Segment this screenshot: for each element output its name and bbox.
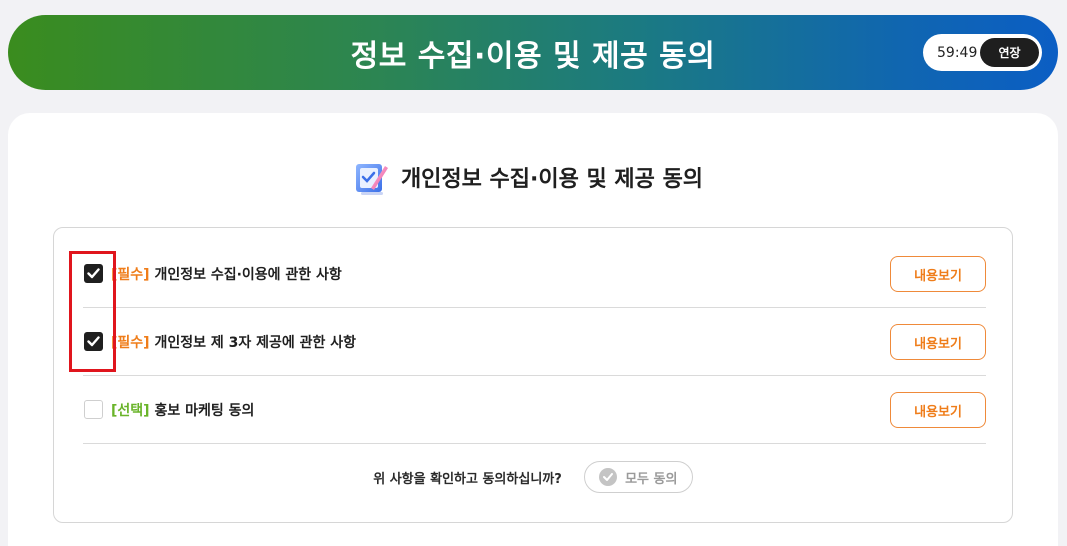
section-title-text: 개인정보 수집·이용 및 제공 동의 — [400, 167, 704, 192]
agree-all-label: 모두 동의 — [625, 471, 678, 487]
agree-all-section: 위 사항을 확인하고 동의하십니까? 모두 동의 — [54, 461, 1012, 493]
check-circle-icon — [599, 468, 618, 486]
checkmark-icon — [87, 268, 100, 279]
consent-card: 개인정보 수집·이용 및 제공 동의 [필수] 개인정보 수집·이용에 관한 사… — [8, 113, 1058, 546]
required-tag: [필수] — [111, 334, 150, 351]
confirm-question: 위 사항을 확인하고 동의하십니까? — [373, 471, 562, 487]
agreement-label: [선택] 홍보 마케팅 동의 — [111, 402, 255, 419]
checkbox-marketing[interactable] — [84, 400, 103, 419]
view-details-button[interactable]: 내용보기 — [890, 324, 986, 360]
clipped-top-text: ▬▬ ▬ ▬ ▬ — [40, 0, 190, 4]
checkbox-collection[interactable] — [84, 264, 103, 283]
extend-session-button[interactable]: 연장 — [980, 38, 1039, 67]
required-tag: [필수] — [111, 266, 150, 283]
view-details-button[interactable]: 내용보기 — [890, 256, 986, 292]
optional-tag: [선택] — [111, 402, 150, 419]
session-timer: 59:49 연장 — [923, 34, 1042, 71]
view-details-button[interactable]: 내용보기 — [890, 392, 986, 428]
agreement-label: [필수] 개인정보 제 3자 제공에 관한 사항 — [111, 334, 356, 351]
checkbox-third-party[interactable] — [84, 332, 103, 351]
timer-value: 59:49 — [937, 44, 978, 61]
checkmark-icon — [87, 336, 100, 347]
agreement-label: [필수] 개인정보 수집·이용에 관한 사항 — [111, 266, 342, 283]
section-title: 개인정보 수집·이용 및 제공 동의 — [8, 157, 1058, 197]
agree-all-button[interactable]: 모두 동의 — [583, 461, 693, 493]
agreement-row-collection: [필수] 개인정보 수집·이용에 관한 사항 내용보기 — [83, 240, 986, 308]
page-title: 정보 수집·이용 및 제공 동의 — [350, 38, 716, 74]
checklist-pencil-icon — [355, 164, 388, 195]
agreement-row-third-party: [필수] 개인정보 제 3자 제공에 관한 사항 내용보기 — [83, 308, 986, 376]
page-header: 정보 수집·이용 및 제공 동의 59:49 연장 — [8, 15, 1058, 90]
agreement-row-marketing: [선택] 홍보 마케팅 동의 내용보기 — [83, 376, 986, 444]
agreement-list: [필수] 개인정보 수집·이용에 관한 사항 내용보기 [필수] 개인정보 제 … — [53, 227, 1013, 523]
